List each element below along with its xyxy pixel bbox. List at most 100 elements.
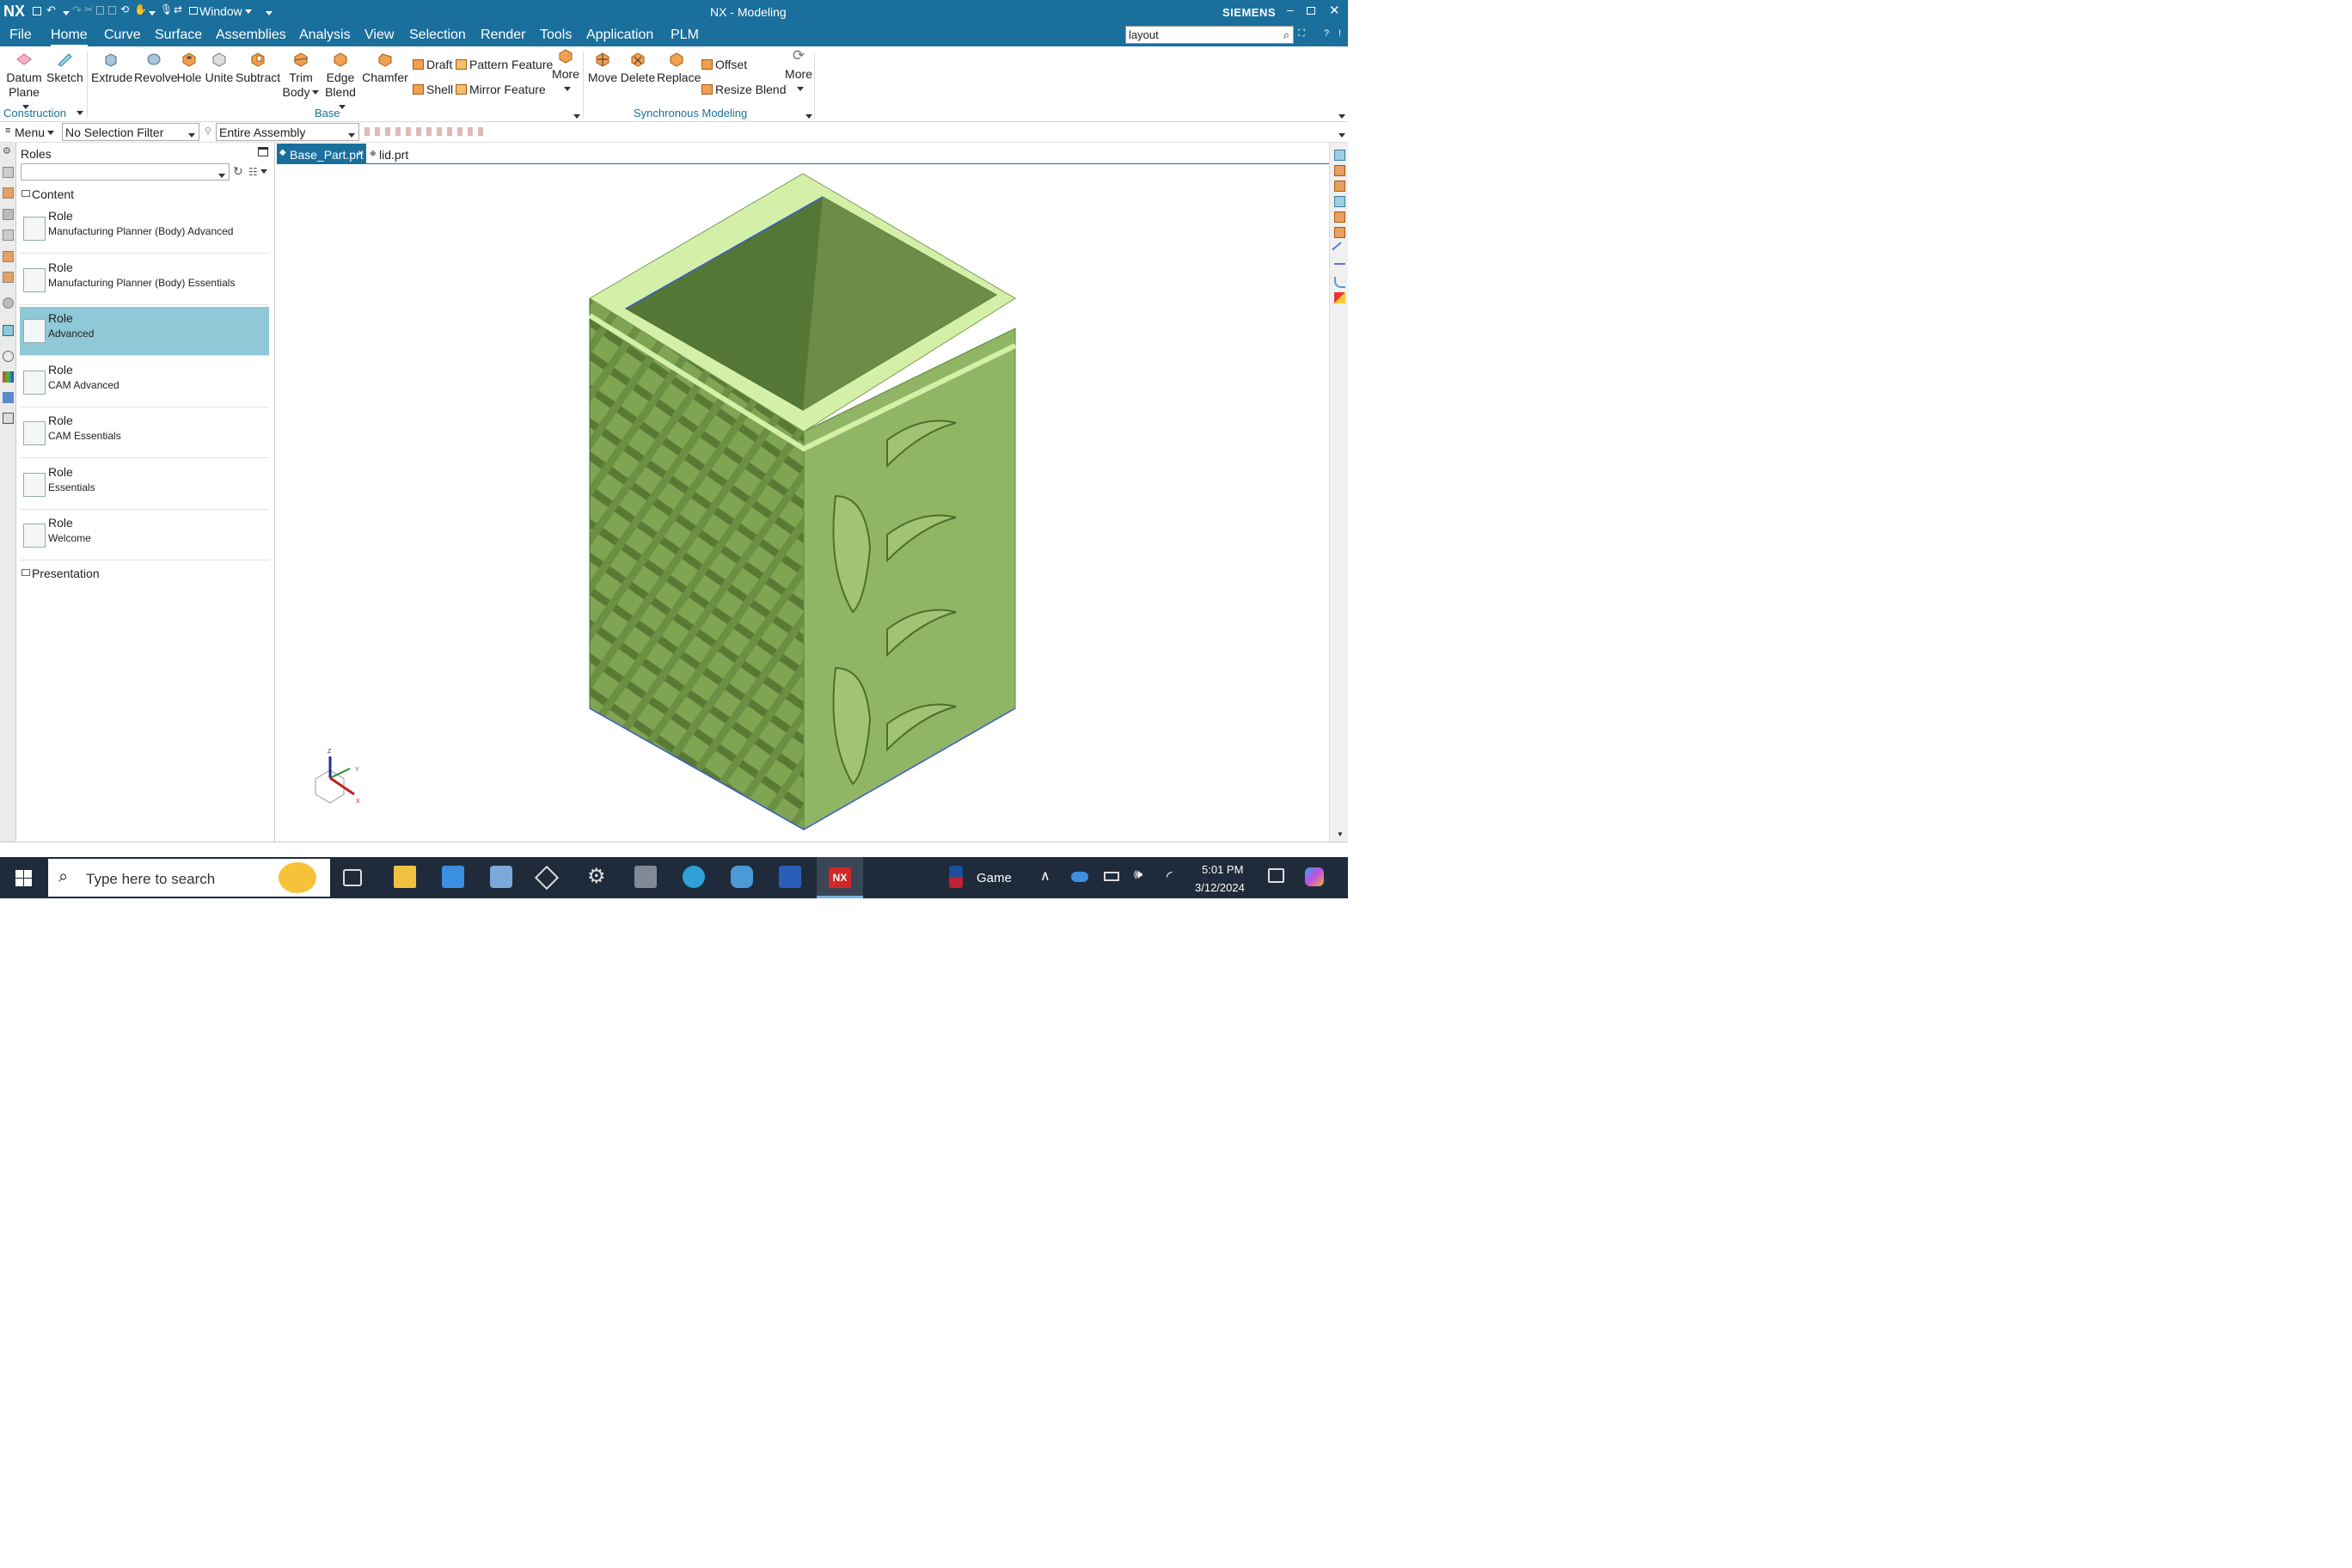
graphics-window[interactable]: Z Y X bbox=[277, 165, 1329, 842]
menu-assemblies[interactable]: Assemblies bbox=[216, 28, 286, 43]
palette-icon[interactable] bbox=[3, 371, 14, 383]
battery-icon[interactable] bbox=[1104, 872, 1119, 881]
mirror-feature-button[interactable]: Mirror Feature bbox=[456, 82, 546, 97]
tab-base-part[interactable]: ◆ Base_Part.prt × bbox=[277, 144, 366, 164]
sync-more-button[interactable]: ⟳ More bbox=[782, 48, 815, 96]
selbar-overflow-icon[interactable] bbox=[1336, 129, 1345, 142]
sketch-button[interactable]: Sketch bbox=[46, 52, 83, 85]
close-tab-icon[interactable]: × bbox=[358, 147, 364, 159]
file-explorer-icon[interactable] bbox=[394, 866, 416, 888]
wcs-icon[interactable] bbox=[1334, 211, 1345, 223]
clock-time[interactable]: 5:01 PM bbox=[1202, 863, 1243, 876]
trim-body-button[interactable]: Trim Body bbox=[282, 52, 320, 100]
copy-icon[interactable] bbox=[96, 6, 104, 15]
assembly-navigator-icon[interactable] bbox=[3, 187, 14, 199]
menu-surface[interactable]: Surface bbox=[155, 28, 202, 43]
microphone-icon[interactable]: 🎙 bbox=[160, 3, 173, 15]
scroll-down-icon[interactable]: ▼ bbox=[1337, 830, 1344, 838]
resource-bar-settings-icon[interactable]: ⚙ bbox=[3, 145, 14, 156]
menu-render[interactable]: Render bbox=[481, 28, 525, 43]
microsoft-store-icon[interactable] bbox=[442, 866, 464, 888]
clock-date[interactable]: 3/12/2024 bbox=[1195, 881, 1245, 894]
hide-show-icon[interactable] bbox=[1334, 227, 1345, 238]
cut-icon[interactable]: ✂ bbox=[84, 3, 93, 15]
volume-icon[interactable]: 🕪 bbox=[1134, 867, 1142, 883]
content-folder[interactable]: Content bbox=[32, 187, 74, 201]
move-face-button[interactable]: Move bbox=[586, 52, 619, 85]
history-icon[interactable] bbox=[3, 297, 14, 309]
part-navigator-icon[interactable] bbox=[3, 167, 14, 178]
base-more-button[interactable]: More bbox=[549, 48, 582, 96]
menu-tools[interactable]: Tools bbox=[540, 28, 572, 43]
web-browser-icon[interactable] bbox=[3, 272, 14, 283]
layer-icon[interactable] bbox=[1334, 263, 1345, 274]
replace-face-button[interactable]: Replace bbox=[657, 52, 701, 85]
datum-plane-button[interactable]: Datum Plane bbox=[5, 52, 43, 114]
clock-icon[interactable] bbox=[3, 351, 14, 362]
menu-home[interactable]: Home bbox=[51, 28, 88, 46]
offset-face-button[interactable]: Offset bbox=[701, 57, 747, 72]
paste-icon[interactable] bbox=[108, 6, 116, 15]
window-menu[interactable]: Window bbox=[199, 4, 252, 18]
menu-file[interactable]: File bbox=[9, 28, 32, 43]
revolve-button[interactable]: Revolve bbox=[134, 52, 178, 85]
role-cam-advanced[interactable]: Role CAM Advanced bbox=[20, 358, 269, 407]
selection-scope-dropdown[interactable]: Entire Assembly bbox=[216, 123, 359, 141]
pattern-feature-button[interactable]: Pattern Feature bbox=[456, 57, 553, 72]
undo-icon[interactable]: ↶ bbox=[46, 3, 56, 17]
menu-application[interactable]: Application bbox=[586, 28, 653, 43]
close-button[interactable]: ✕ bbox=[1329, 3, 1340, 18]
role-manufacturing-planner-body-advanced[interactable]: Role Manufacturing Planner (Body) Advanc… bbox=[20, 205, 269, 254]
onedrive-icon[interactable] bbox=[1071, 872, 1088, 882]
refresh-icon[interactable]: ↻ bbox=[233, 164, 243, 179]
wifi-icon[interactable]: ◜ bbox=[1167, 868, 1173, 885]
menu-hamburger-icon[interactable]: ≡ bbox=[5, 126, 10, 136]
snap-point-icons[interactable] bbox=[364, 127, 485, 136]
role-advanced[interactable]: Role Advanced bbox=[20, 307, 269, 356]
nba-icon[interactable] bbox=[949, 866, 963, 888]
curve-icon[interactable] bbox=[1334, 277, 1345, 288]
qat-more-icon[interactable] bbox=[263, 7, 273, 20]
resize-blend-button[interactable]: Resize Blend bbox=[701, 82, 787, 97]
draft-button[interactable]: Draft bbox=[413, 57, 452, 72]
camera-icon[interactable] bbox=[490, 866, 512, 888]
repeat-command-icon[interactable]: ⟲ bbox=[120, 3, 129, 15]
presentation-folder[interactable]: Presentation bbox=[32, 567, 100, 580]
minimize-button[interactable]: – bbox=[1287, 3, 1294, 16]
command-search-input[interactable] bbox=[1126, 27, 1272, 42]
windows-start-icon[interactable] bbox=[15, 870, 32, 886]
role-essentials[interactable]: Role Essentials bbox=[20, 461, 269, 510]
constraint-navigator-icon[interactable] bbox=[3, 209, 14, 220]
alert-icon[interactable]: ! bbox=[1338, 28, 1341, 39]
model-box-lattice-part[interactable] bbox=[277, 165, 1329, 842]
chamfer-button[interactable]: Chamfer bbox=[362, 52, 408, 85]
game-widget-label[interactable]: Game bbox=[977, 871, 1012, 885]
touch-mode-icon[interactable]: ✋ bbox=[134, 3, 147, 15]
shell-button[interactable]: Shell bbox=[413, 82, 453, 97]
command-search[interactable]: ⌕ bbox=[1125, 26, 1294, 44]
ribbon-options-icon[interactable]: ⛶ bbox=[1298, 28, 1305, 40]
hd3d-tools-icon[interactable] bbox=[3, 251, 14, 262]
nx-taskbar-button[interactable]: NX bbox=[817, 857, 863, 898]
search-icon[interactable]: ⌕ bbox=[1283, 28, 1289, 42]
show-hidden-icons[interactable]: ∧ bbox=[1040, 867, 1050, 885]
maximize-navigator-icon[interactable] bbox=[258, 147, 268, 156]
calculator-icon[interactable] bbox=[634, 866, 657, 888]
word-icon[interactable] bbox=[779, 866, 801, 888]
settings-icon[interactable]: ⚙ bbox=[587, 866, 609, 888]
roles-icon[interactable] bbox=[3, 325, 14, 336]
snap-view-icon[interactable] bbox=[1334, 196, 1345, 207]
menu-plm[interactable]: PLM bbox=[671, 28, 699, 43]
reuse-library-icon[interactable] bbox=[3, 230, 14, 241]
menu-button[interactable]: Menu bbox=[15, 126, 55, 139]
delete-face-button[interactable]: Delete bbox=[620, 52, 656, 85]
subtract-button[interactable]: Subtract bbox=[236, 52, 280, 85]
menu-view[interactable]: View bbox=[364, 28, 394, 43]
notification-icon[interactable] bbox=[1268, 868, 1284, 883]
copilot-icon[interactable] bbox=[1305, 867, 1324, 886]
selection-filter-dropdown[interactable]: No Selection Filter bbox=[62, 123, 199, 141]
undo-dropdown-icon[interactable] bbox=[60, 7, 70, 20]
edge-browser-icon[interactable] bbox=[683, 866, 705, 888]
role-cam-essentials[interactable]: Role CAM Essentials bbox=[20, 409, 269, 458]
render-style-icon[interactable] bbox=[1334, 165, 1345, 176]
